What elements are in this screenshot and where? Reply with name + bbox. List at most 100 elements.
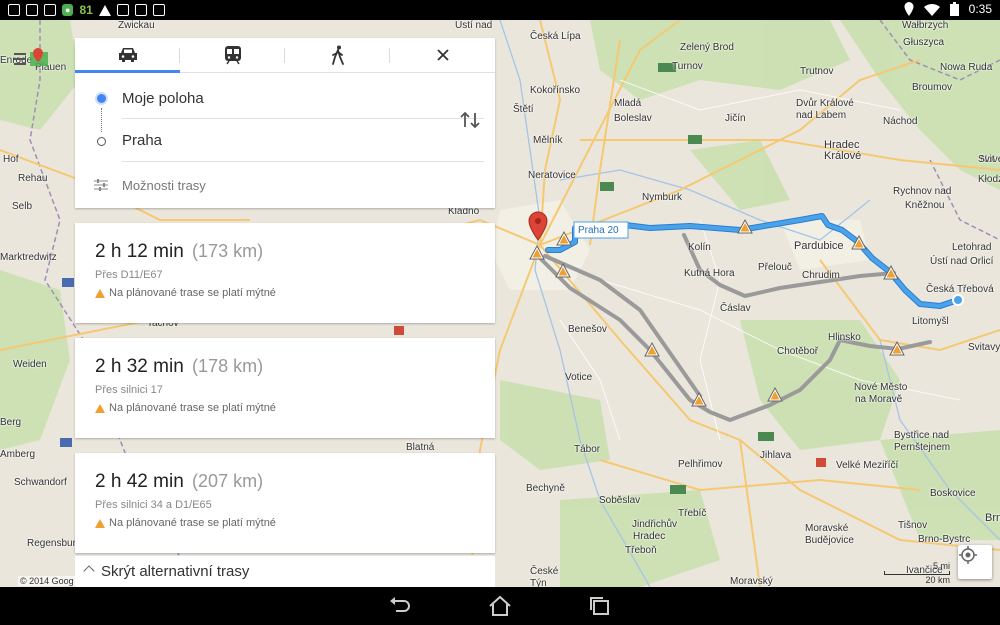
status-notifications: ● 81 bbox=[8, 3, 165, 17]
city-label: Kłodz bbox=[978, 174, 1000, 185]
walk-icon bbox=[331, 45, 344, 65]
recent-apps-button[interactable] bbox=[588, 595, 612, 617]
city-label: Turnov bbox=[672, 61, 703, 72]
map-scale: 5 mi 20 km bbox=[884, 561, 950, 585]
menu-button[interactable] bbox=[14, 46, 52, 72]
city-label: Hof bbox=[3, 154, 19, 165]
city-label: Broumov bbox=[912, 82, 953, 93]
status-time: 0:35 bbox=[968, 2, 992, 16]
my-location-button[interactable] bbox=[958, 545, 992, 579]
city-label: Moravský bbox=[730, 576, 773, 587]
play-icon bbox=[152, 4, 165, 16]
route-hours: 2 bbox=[95, 241, 106, 262]
battery-icon bbox=[26, 4, 38, 16]
city-label: Selb bbox=[12, 201, 33, 212]
map-copyright: © 2014 Goog bbox=[18, 576, 76, 586]
city-label: Rychnov nad bbox=[893, 186, 952, 197]
route-hours-unit: h bbox=[110, 241, 122, 262]
city-label: Votice bbox=[565, 372, 593, 383]
hide-alternatives-button[interactable]: Skrýt alternativní trasy bbox=[75, 555, 495, 587]
city-label: Tišnov bbox=[898, 520, 928, 531]
route-toll-text: Na plánované trase se platí mýtné bbox=[109, 402, 276, 414]
route-duration: 2 h 32 min (178 km) bbox=[95, 356, 495, 378]
city-label: Kutná Hora bbox=[684, 268, 735, 279]
route-option[interactable]: 2 h 32 min (178 km) Přes silnici 17 Na p… bbox=[75, 338, 495, 438]
route-distance: (173 km) bbox=[192, 241, 264, 261]
travel-mode-tabs bbox=[75, 38, 495, 73]
city-label: Třeboň bbox=[625, 545, 657, 556]
city-label: Rehau bbox=[18, 173, 48, 184]
usb-icon bbox=[116, 4, 129, 16]
directions-panel: Moje poloha Praha Možnosti trasy bbox=[75, 38, 495, 208]
city-label: Pelhřimov bbox=[678, 459, 723, 470]
status-bar: ● 81 0:35 bbox=[0, 0, 1000, 20]
city-label: Kokořínsko bbox=[530, 85, 581, 96]
city-label: Svit bbox=[978, 154, 995, 165]
city-label: Jindřichův bbox=[632, 519, 678, 530]
badge-icon: ● bbox=[62, 4, 74, 16]
city-label: Regensburg bbox=[27, 538, 82, 549]
city-label: Hlinsko bbox=[828, 332, 861, 343]
swap-waypoints-button[interactable] bbox=[459, 110, 481, 130]
route-minutes: 32 bbox=[126, 356, 148, 377]
origin-field[interactable]: Moje poloha bbox=[122, 90, 204, 107]
notification-count: 81 bbox=[79, 3, 93, 17]
home-icon bbox=[489, 595, 511, 616]
back-button[interactable] bbox=[388, 595, 412, 617]
route-hours: 2 bbox=[95, 356, 106, 377]
city-label: Kolín bbox=[688, 242, 711, 253]
city-label: na Moravě bbox=[855, 394, 903, 405]
warning-marker-icon bbox=[691, 391, 707, 407]
city-label: Zelený Brod bbox=[680, 42, 734, 53]
route-option[interactable]: 2 h 42 min (207 km) Přes silnici 34 a D1… bbox=[75, 453, 495, 553]
tab-walk[interactable] bbox=[285, 38, 390, 72]
route-via: Přes D11/E67 bbox=[95, 269, 163, 281]
train-icon bbox=[224, 46, 241, 65]
city-label: Litomyšl bbox=[912, 316, 949, 327]
my-location-icon bbox=[959, 546, 977, 564]
city-label: Budějovice bbox=[805, 535, 854, 546]
city-label: Štětí bbox=[513, 104, 534, 115]
city-label: Pernštejnem bbox=[894, 442, 951, 453]
tab-transit[interactable] bbox=[180, 38, 285, 72]
tab-car[interactable] bbox=[75, 38, 180, 73]
origin-marker-icon[interactable] bbox=[952, 294, 964, 306]
city-label: Letohrad bbox=[952, 242, 992, 253]
scale-label-bottom: 20 km bbox=[925, 575, 950, 585]
city-label: Česká Třebová bbox=[926, 284, 994, 295]
route-toll-text: Na plánované trase se platí mýtné bbox=[109, 517, 276, 529]
route-option[interactable]: 2 h 12 min (173 km) Přes D11/E67 Na plán… bbox=[75, 223, 495, 323]
warning-icon bbox=[95, 518, 105, 528]
city-label: Bystřice nad bbox=[894, 430, 950, 441]
city-label: Amberg bbox=[0, 449, 36, 460]
route-via: Přes silnici 17 bbox=[95, 384, 163, 396]
calendar-icon bbox=[134, 4, 147, 16]
city-label: Kněžnou bbox=[905, 200, 945, 211]
route-duration: 2 h 12 min (173 km) bbox=[95, 241, 495, 263]
route-duration: 2 h 42 min (207 km) bbox=[95, 471, 495, 493]
route-options-button[interactable]: Možnosti trasy bbox=[122, 178, 206, 193]
system-nav-bar bbox=[0, 587, 1000, 625]
battery-icon bbox=[949, 2, 959, 16]
city-label: Jihlava bbox=[760, 450, 792, 461]
city-label: Čáslav bbox=[720, 303, 751, 314]
close-directions-button[interactable] bbox=[390, 38, 495, 72]
back-icon bbox=[390, 597, 410, 612]
home-button[interactable] bbox=[488, 595, 512, 617]
route-minutes: 42 bbox=[126, 471, 148, 492]
destination-dot-icon bbox=[97, 137, 106, 146]
hide-alternatives-label: Skrýt alternativní trasy bbox=[101, 563, 250, 580]
location-icon bbox=[904, 2, 914, 16]
warning-icon bbox=[95, 288, 105, 298]
city-label: Benešov bbox=[568, 324, 607, 335]
city-label: Nové Město bbox=[854, 382, 908, 393]
route-toll-notice: Na plánované trase se platí mýtné bbox=[95, 287, 495, 299]
city-label: Chotěboř bbox=[777, 346, 819, 357]
image-icon bbox=[44, 4, 56, 16]
city-label: Moravské bbox=[805, 523, 849, 534]
destination-field[interactable]: Praha bbox=[122, 132, 162, 149]
warning-icon bbox=[95, 403, 105, 413]
menu-icon bbox=[14, 48, 48, 66]
recent-apps-icon bbox=[590, 597, 609, 615]
chevron-up-icon bbox=[83, 565, 95, 577]
